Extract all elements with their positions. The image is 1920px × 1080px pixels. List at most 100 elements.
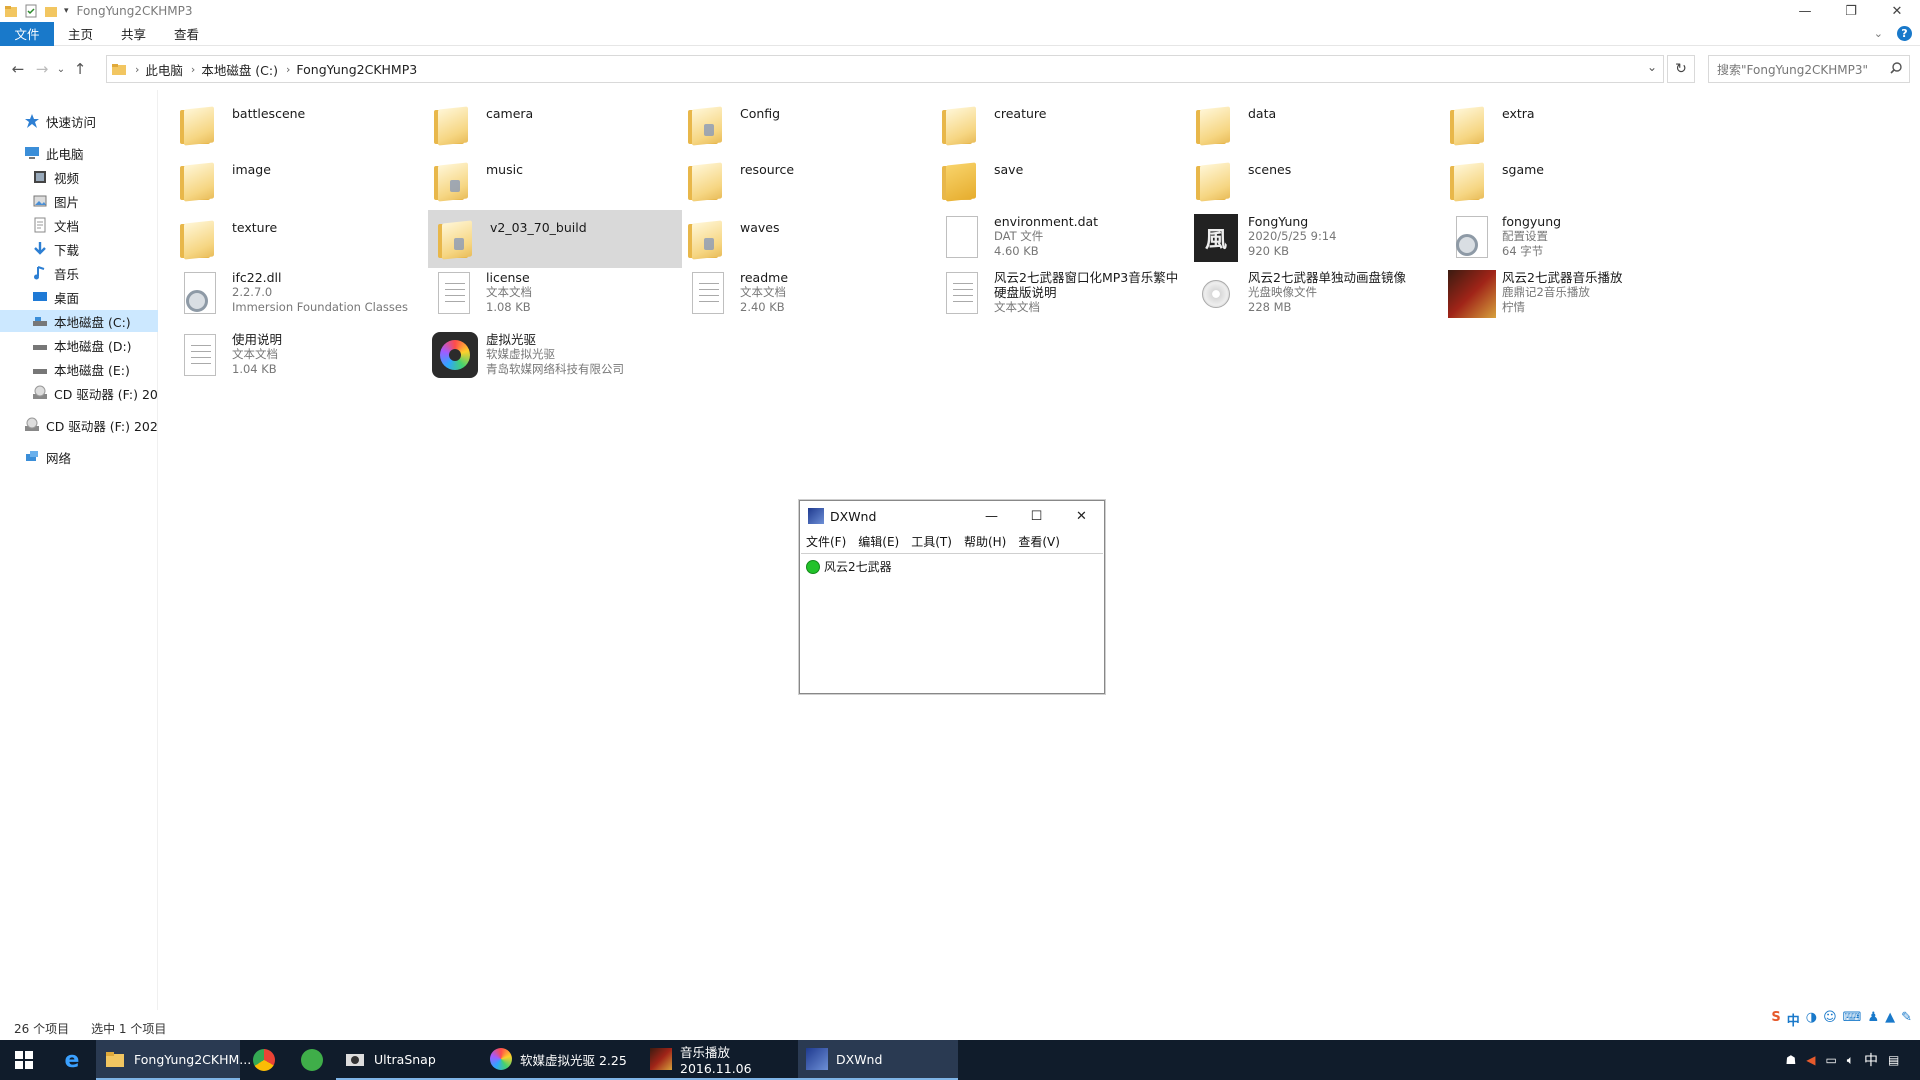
folder-item[interactable]: creature xyxy=(932,96,1186,152)
sidebar-item-music[interactable]: 音乐 xyxy=(0,262,158,284)
recent-locations-button[interactable]: ⌄ xyxy=(54,55,68,83)
file-item[interactable]: fongyung 配置设置 64 字节 xyxy=(1440,210,1694,266)
file-item[interactable]: ifc22.dll 2.2.7.0 Immersion Foundation C… xyxy=(170,266,424,322)
sidebar-item-cd-drive[interactable]: CD 驱动器 (F:) 202 xyxy=(0,382,158,404)
folder-item[interactable]: resource xyxy=(678,152,932,208)
address-dropdown-icon[interactable]: ⌄ xyxy=(1647,60,1657,74)
sidebar-item-this-pc[interactable]: 此电脑 xyxy=(0,142,158,164)
folder-item[interactable]: scenes xyxy=(1186,152,1440,208)
folder-item[interactable]: extra xyxy=(1440,96,1694,152)
menu-tools[interactable]: 工具(T) xyxy=(911,533,952,550)
file-item[interactable]: 虚拟光驱 软媒虚拟光驱 青岛软媒网络科技有限公司 xyxy=(424,328,678,384)
breadcrumb-this-pc[interactable]: 此电脑 xyxy=(145,60,183,79)
user-icon[interactable]: ♟ xyxy=(1867,1010,1879,1029)
sidebar-item-documents[interactable]: 文档 xyxy=(0,214,158,236)
breadcrumb-separator[interactable]: › xyxy=(191,63,195,76)
sidebar-item-desktop[interactable]: 桌面 xyxy=(0,286,158,308)
folder-item[interactable]: battlescene xyxy=(170,96,424,152)
sogou-icon[interactable]: S xyxy=(1771,1010,1780,1029)
dxwnd-close-button[interactable]: ✕ xyxy=(1059,501,1104,531)
refresh-button[interactable]: ↻ xyxy=(1667,55,1695,83)
folder-item-selected[interactable]: v2_03_70_build xyxy=(428,210,682,268)
up-button[interactable]: ↑ xyxy=(68,55,92,83)
tab-view[interactable]: 查看 xyxy=(160,22,213,46)
breadcrumb-separator[interactable]: › xyxy=(135,63,139,76)
taskbar-item-explorer[interactable]: FongYung2CKHM... xyxy=(96,1040,251,1080)
file-item[interactable]: readme 文本文档 2.40 KB xyxy=(678,266,932,322)
expand-ribbon-icon[interactable]: ⌄ xyxy=(1874,27,1883,40)
folder-item[interactable]: save xyxy=(932,152,1186,208)
properties-icon[interactable] xyxy=(24,4,38,18)
green-app-taskbar-icon[interactable] xyxy=(288,1040,336,1080)
skin-icon[interactable]: ▲ xyxy=(1885,1010,1895,1029)
breadcrumb-drive-c[interactable]: 本地磁盘 (C:) xyxy=(201,60,278,79)
sidebar-item-drive-d[interactable]: 本地磁盘 (D:) xyxy=(0,334,158,356)
sidebar-item-pictures[interactable]: 图片 xyxy=(0,190,158,212)
sidebar-item-videos[interactable]: 视频 xyxy=(0,166,158,188)
sidebar-item-quick-access[interactable]: 快速访问 xyxy=(0,110,158,132)
new-folder-icon[interactable] xyxy=(44,4,58,18)
taskbar-item-virtual-drive[interactable]: 软媒虚拟光驱 2.25 xyxy=(482,1040,642,1080)
address-bar[interactable]: › 此电脑 › 本地磁盘 (C:) › FongYung2CKHMP3 ⌄ xyxy=(106,55,1664,83)
file-item[interactable]: environment.dat DAT 文件 4.60 KB xyxy=(932,210,1186,266)
folder-item[interactable]: texture xyxy=(170,210,424,266)
sidebar-item-cd-drive-root[interactable]: CD 驱动器 (F:) 2020 xyxy=(0,414,158,436)
breadcrumb-current-folder[interactable]: FongYung2CKHMP3 xyxy=(296,62,417,77)
ime-mode-label[interactable]: 中 xyxy=(1787,1010,1800,1029)
network-tray-icon[interactable]: ▭ xyxy=(1825,1053,1836,1067)
customize-toolbar-icon[interactable]: ▾ xyxy=(64,6,69,16)
taskbar-item-dxwnd[interactable]: DXWnd xyxy=(798,1040,958,1080)
sidebar-item-drive-c[interactable]: 本地磁盘 (C:) xyxy=(0,310,158,332)
back-button[interactable]: ← xyxy=(6,55,30,83)
help-icon[interactable]: ? xyxy=(1897,26,1912,41)
action-center-icon[interactable]: ▤ xyxy=(1888,1053,1914,1067)
chrome-taskbar-icon[interactable] xyxy=(240,1040,288,1080)
sidebar-item-network[interactable]: 网络 xyxy=(0,446,158,468)
folder-item[interactable]: camera xyxy=(424,96,678,152)
punctuation-icon[interactable]: ◑ xyxy=(1806,1010,1817,1029)
file-item[interactable]: 风云2七武器窗口化MP3音乐繁中 硬盘版说明 文本文档 xyxy=(932,266,1186,322)
folder-item[interactable]: data xyxy=(1186,96,1440,152)
dxwnd-maximize-button[interactable]: ☐ xyxy=(1014,501,1059,531)
tab-home[interactable]: 主页 xyxy=(54,22,107,46)
menu-help[interactable]: 帮助(H) xyxy=(964,533,1006,550)
ie-taskbar-icon[interactable]: e xyxy=(48,1040,96,1080)
file-item[interactable]: 使用说明 文本文档 1.04 KB xyxy=(170,328,424,384)
tab-file[interactable]: 文件 xyxy=(0,21,54,46)
dxwnd-title-bar[interactable]: DXWnd — ☐ ✕ xyxy=(800,501,1104,531)
sidebar-item-drive-e[interactable]: 本地磁盘 (E:) xyxy=(0,358,158,380)
file-item[interactable]: 風 FongYung 2020/5/25 9:14 920 KB xyxy=(1186,210,1440,266)
volume-icon[interactable]: 🔈︎ xyxy=(1847,1053,1854,1068)
folder-item[interactable]: music xyxy=(424,152,678,208)
search-input[interactable]: 搜索"FongYung2CKHMP3" xyxy=(1708,55,1910,83)
tools-icon[interactable]: ✎ xyxy=(1901,1010,1912,1029)
file-item[interactable]: 风云2七武器音乐播放 鹿鼎记2音乐播放 柠情 xyxy=(1440,266,1694,322)
close-button[interactable]: ✕ xyxy=(1874,0,1920,22)
keyboard-icon[interactable]: ⌨ xyxy=(1843,1010,1862,1029)
dxwnd-minimize-button[interactable]: — xyxy=(969,501,1014,531)
start-button[interactable] xyxy=(0,1040,48,1080)
taskbar-item-music-player[interactable]: 音乐播放2016.11.06 xyxy=(642,1040,798,1080)
folder-item[interactable]: waves xyxy=(678,210,932,266)
folder-item[interactable]: image xyxy=(170,152,424,208)
restore-button[interactable]: ❐ xyxy=(1828,0,1874,22)
folder-item[interactable]: sgame xyxy=(1440,152,1694,208)
tab-share[interactable]: 共享 xyxy=(107,22,160,46)
forward-button[interactable]: → xyxy=(30,55,54,83)
emoji-icon[interactable]: ☺ xyxy=(1823,1010,1837,1029)
ime-toolbar[interactable]: S 中 ◑ ☺ ⌨ ♟ ▲ ✎ xyxy=(1771,1010,1912,1029)
menu-edit[interactable]: 编辑(E) xyxy=(858,533,899,550)
menu-file[interactable]: 文件(F) xyxy=(806,533,846,550)
folder-item[interactable]: Config xyxy=(678,96,932,152)
tray-app-icon[interactable]: ☗ xyxy=(1785,1053,1796,1067)
list-item[interactable]: 风云2七武器 xyxy=(806,558,1098,575)
sidebar-item-downloads[interactable]: 下载 xyxy=(0,238,158,260)
menu-view[interactable]: 查看(V) xyxy=(1018,533,1060,550)
minimize-button[interactable]: — xyxy=(1782,0,1828,22)
breadcrumb-separator[interactable]: › xyxy=(286,63,290,76)
file-item[interactable]: license 文本文档 1.08 KB xyxy=(424,266,678,322)
file-item[interactable]: 风云2七武器单独动画盘镜像 光盘映像文件 228 MB xyxy=(1186,266,1440,322)
taskbar-item-ultrasnap[interactable]: UltraSnap xyxy=(336,1040,482,1080)
ime-tray-icon[interactable]: 中 xyxy=(1864,1050,1878,1070)
tray-arrow-icon[interactable]: ◀ xyxy=(1806,1053,1815,1067)
